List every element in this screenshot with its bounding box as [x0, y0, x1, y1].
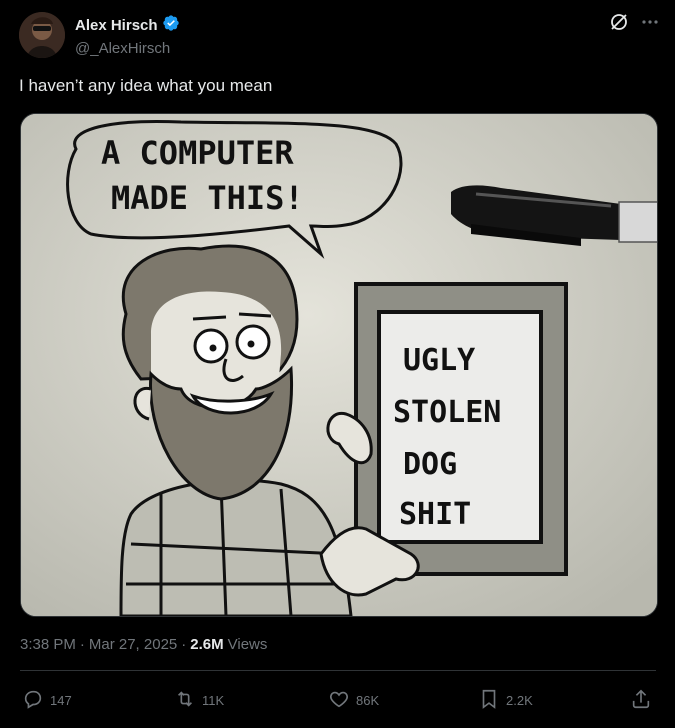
repost-button[interactable]: 11K [174, 688, 224, 713]
reply-count: 147 [50, 693, 72, 708]
meta-separator: · [181, 636, 187, 653]
author-handle[interactable]: @_AlexHirsch [75, 40, 180, 57]
bookmark-count: 2.2K [506, 693, 533, 708]
tweet-date[interactable]: Mar 27, 2025 [89, 636, 177, 653]
sign-line-4: SHIT [399, 497, 471, 532]
share-icon [630, 688, 652, 713]
top-actions [609, 12, 659, 32]
speech-line-1: A COMPUTER [101, 134, 294, 172]
reply-button[interactable]: 147 [22, 688, 72, 713]
tweet-meta: 3:38 PM · Mar 27, 2025 · 2.6M Views [20, 636, 267, 653]
share-button[interactable] [630, 688, 652, 713]
repost-count: 11K [202, 693, 225, 708]
like-icon [328, 688, 350, 713]
meta-separator: · [79, 636, 85, 653]
bookmark-icon [478, 688, 500, 713]
views-count: 2.6M [190, 636, 224, 653]
tweet-time[interactable]: 3:38 PM [20, 636, 76, 653]
grok-icon[interactable] [609, 12, 629, 32]
views-label: Views [227, 636, 268, 653]
author-names: Alex Hirsch @_AlexHirsch [75, 14, 180, 57]
sign-line-3: DOG [403, 447, 457, 482]
sign-line-2: STOLEN [393, 395, 501, 430]
speech-line-2: MADE THIS! [111, 179, 304, 217]
tweet-text: I haven’t any idea what you mean [19, 76, 273, 95]
sign-line-1: UGLY [403, 343, 475, 378]
divider [20, 670, 656, 671]
avatar[interactable] [19, 12, 65, 58]
like-button[interactable]: 86K [328, 688, 379, 713]
more-icon[interactable] [641, 13, 659, 31]
author-display-name[interactable]: Alex Hirsch [75, 17, 158, 34]
reply-icon [22, 688, 44, 713]
tweet-header: Alex Hirsch @_AlexHirsch [19, 12, 659, 60]
repost-icon [174, 688, 196, 713]
bookmark-button[interactable]: 2.2K [478, 688, 533, 713]
tweet-media-image[interactable]: A COMPUTER MADE THIS! UGLY STOLEN DOG SH… [20, 113, 658, 617]
tweet-actions-bar: 147 11K 86K 2.2K [22, 688, 654, 716]
like-count: 86K [356, 693, 380, 708]
verified-badge-icon [162, 14, 180, 37]
